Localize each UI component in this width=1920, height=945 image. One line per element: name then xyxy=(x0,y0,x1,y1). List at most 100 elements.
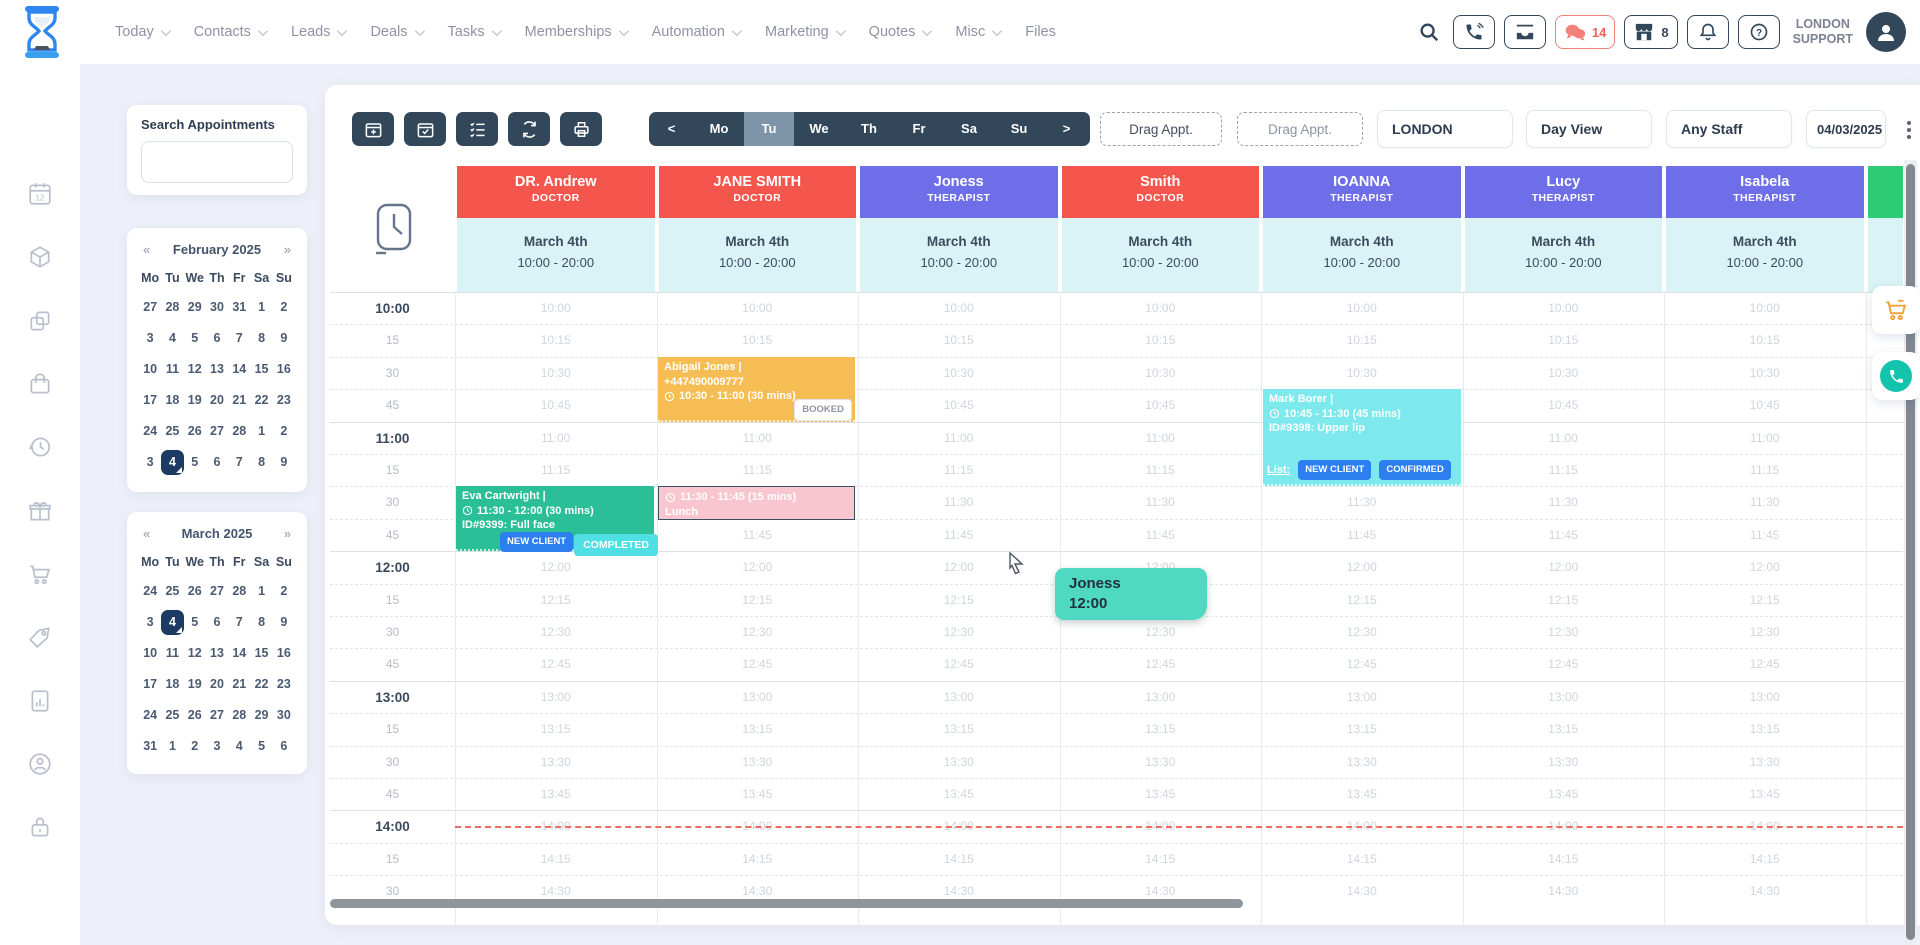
time-slot[interactable]: 11:15 xyxy=(1060,454,1262,487)
time-slot[interactable]: 10:45 xyxy=(1463,389,1665,422)
phone-call-button[interactable] xyxy=(1453,15,1495,49)
mini-calendar-day[interactable]: 2 xyxy=(273,295,295,320)
time-slot[interactable]: 14:30 xyxy=(1261,875,1463,908)
horizontal-scrollbar[interactable] xyxy=(330,899,1243,908)
time-slot[interactable]: 12:30 xyxy=(1261,616,1463,649)
mini-calendar-day[interactable]: 2 xyxy=(184,734,206,759)
mini-calendar-day[interactable]: 4 xyxy=(228,734,250,759)
mini-calendar-day[interactable]: 4 xyxy=(161,450,183,475)
location-select[interactable]: LONDON xyxy=(1377,110,1513,148)
nav-today[interactable]: Today xyxy=(115,24,168,40)
time-slot[interactable]: 11:15 xyxy=(858,454,1060,487)
gift-icon[interactable] xyxy=(27,498,53,524)
mini-calendar-day[interactable]: 13 xyxy=(206,641,228,666)
mini-calendar-day[interactable]: 22 xyxy=(250,672,272,697)
time-slot[interactable]: 10:00 xyxy=(455,292,657,325)
mini-calendar-day[interactable]: 9 xyxy=(273,450,295,475)
time-slot[interactable]: 12:00 xyxy=(1866,551,1904,584)
time-slot[interactable]: 10:30 xyxy=(1664,357,1866,390)
staff-column-header[interactable]: SmithDOCTOR xyxy=(1062,166,1260,218)
time-slot[interactable]: 12:45 xyxy=(1463,648,1665,681)
time-slot[interactable]: 13:45 xyxy=(1060,778,1262,811)
time-slot[interactable]: 14:15 xyxy=(455,843,657,876)
mini-calendar-day[interactable]: 15 xyxy=(250,357,272,382)
mini-calendar-day[interactable]: 23 xyxy=(273,388,295,413)
app-logo-hourglass-icon[interactable] xyxy=(24,6,60,58)
mini-calendar-day[interactable]: 1 xyxy=(161,734,183,759)
store-button[interactable]: 8 xyxy=(1624,15,1677,49)
time-slot[interactable]: 10:15 xyxy=(1060,324,1262,357)
appointment-mark-borer[interactable]: Mark Borer | 10:45 - 11:30 (45 mins) ID#… xyxy=(1263,389,1461,486)
time-slot[interactable]: 12:30 xyxy=(1060,616,1262,649)
package-icon[interactable] xyxy=(27,244,53,270)
avatar[interactable] xyxy=(1866,12,1906,52)
time-slot[interactable]: 12:15 xyxy=(1866,584,1904,617)
account-sync-icon[interactable] xyxy=(27,751,53,777)
mini-calendar-day[interactable]: 1 xyxy=(250,419,272,444)
mini-calendar-day[interactable]: 8 xyxy=(250,326,272,351)
mini-calendar-day[interactable]: 5 xyxy=(184,326,206,351)
calendar-icon[interactable]: 12 xyxy=(27,181,53,207)
mini-calendar-day[interactable]: 2 xyxy=(273,579,295,604)
nav-marketing[interactable]: Marketing xyxy=(765,24,843,40)
time-slot[interactable]: 11:30 xyxy=(1664,486,1866,519)
mini-calendar-day[interactable]: 26 xyxy=(184,579,206,604)
time-slot[interactable]: 11:00 xyxy=(657,422,859,455)
mini-calendar-day[interactable]: 4 xyxy=(161,326,183,351)
view-mode-select[interactable]: Day View xyxy=(1526,110,1652,148)
drag-ghost-joness[interactable]: Joness 12:00 xyxy=(1055,568,1207,620)
mini-calendar-day[interactable]: 20 xyxy=(206,672,228,697)
date-input[interactable] xyxy=(1806,110,1886,148)
time-slot[interactable]: 14:15 xyxy=(1060,843,1262,876)
time-slot[interactable]: 10:00 xyxy=(858,292,1060,325)
mini-calendar-day[interactable]: 26 xyxy=(184,419,206,444)
nav-tasks[interactable]: Tasks xyxy=(448,24,499,40)
list-link[interactable]: List: xyxy=(1267,463,1290,478)
mini-calendar-day[interactable]: 14 xyxy=(228,641,250,666)
time-slot[interactable]: 12:45 xyxy=(1261,648,1463,681)
next-day-button[interactable]: > xyxy=(1044,112,1089,146)
mini-calendar-day[interactable]: 16 xyxy=(273,641,295,666)
time-slot[interactable]: 10:30 xyxy=(1261,357,1463,390)
mini-calendar-day[interactable]: 6 xyxy=(206,610,228,635)
mini-calendar-day[interactable]: 3 xyxy=(139,326,161,351)
time-slot[interactable]: 10:15 xyxy=(1261,324,1463,357)
day-tab-mo[interactable]: Mo xyxy=(694,112,744,146)
time-slot[interactable]: 12:15 xyxy=(657,584,859,617)
time-slot[interactable]: 12:45 xyxy=(455,648,657,681)
mini-calendar-day[interactable]: 28 xyxy=(228,703,250,728)
mini-calendar-day[interactable]: 18 xyxy=(161,672,183,697)
time-slot[interactable]: 14:15 xyxy=(858,843,1060,876)
task-list-button[interactable] xyxy=(456,112,498,146)
time-slot[interactable]: 12:30 xyxy=(455,616,657,649)
time-slot[interactable]: 13:45 xyxy=(1664,778,1866,811)
time-slot[interactable]: 12:15 xyxy=(1664,584,1866,617)
time-slot[interactable]: 12:00 xyxy=(455,551,657,584)
staff-column-header[interactable]: IsabelaTHERAPIST xyxy=(1666,166,1864,218)
mini-calendar-day[interactable]: 3 xyxy=(139,610,161,635)
time-slot[interactable]: 10:30 xyxy=(1463,357,1665,390)
mini-calendar-day[interactable]: 24 xyxy=(139,703,161,728)
report-icon[interactable] xyxy=(27,688,53,714)
time-slot[interactable]: 13:30 xyxy=(1261,746,1463,779)
mini-calendar-day[interactable]: 30 xyxy=(206,295,228,320)
time-slot[interactable]: 13:30 xyxy=(1060,746,1262,779)
bag-icon[interactable] xyxy=(27,371,53,397)
mini-calendar-day[interactable]: 5 xyxy=(250,734,272,759)
time-slot[interactable]: 12:00 xyxy=(858,551,1060,584)
time-slot[interactable]: 12:30 xyxy=(657,616,859,649)
mini-calendar-day[interactable]: 7 xyxy=(228,450,250,475)
mini-calendar-day[interactable]: 28 xyxy=(161,295,183,320)
time-slot[interactable]: 10:15 xyxy=(1664,324,1866,357)
time-slot[interactable]: 10:00 xyxy=(1261,292,1463,325)
mini-calendar-day[interactable]: 7 xyxy=(228,326,250,351)
time-slot[interactable]: 11:30 xyxy=(1261,486,1463,519)
time-slot[interactable]: 13:15 xyxy=(657,713,859,746)
staff-column-header[interactable]: JonessTHERAPIST xyxy=(860,166,1058,218)
mini-calendar-day[interactable]: 30 xyxy=(273,703,295,728)
print-button[interactable] xyxy=(560,112,602,146)
time-slot[interactable]: 10:15 xyxy=(657,324,859,357)
mini-calendar-day[interactable]: 11 xyxy=(161,641,183,666)
mini-calendar-day[interactable]: 23 xyxy=(273,672,295,697)
time-slot[interactable]: 13:30 xyxy=(657,746,859,779)
